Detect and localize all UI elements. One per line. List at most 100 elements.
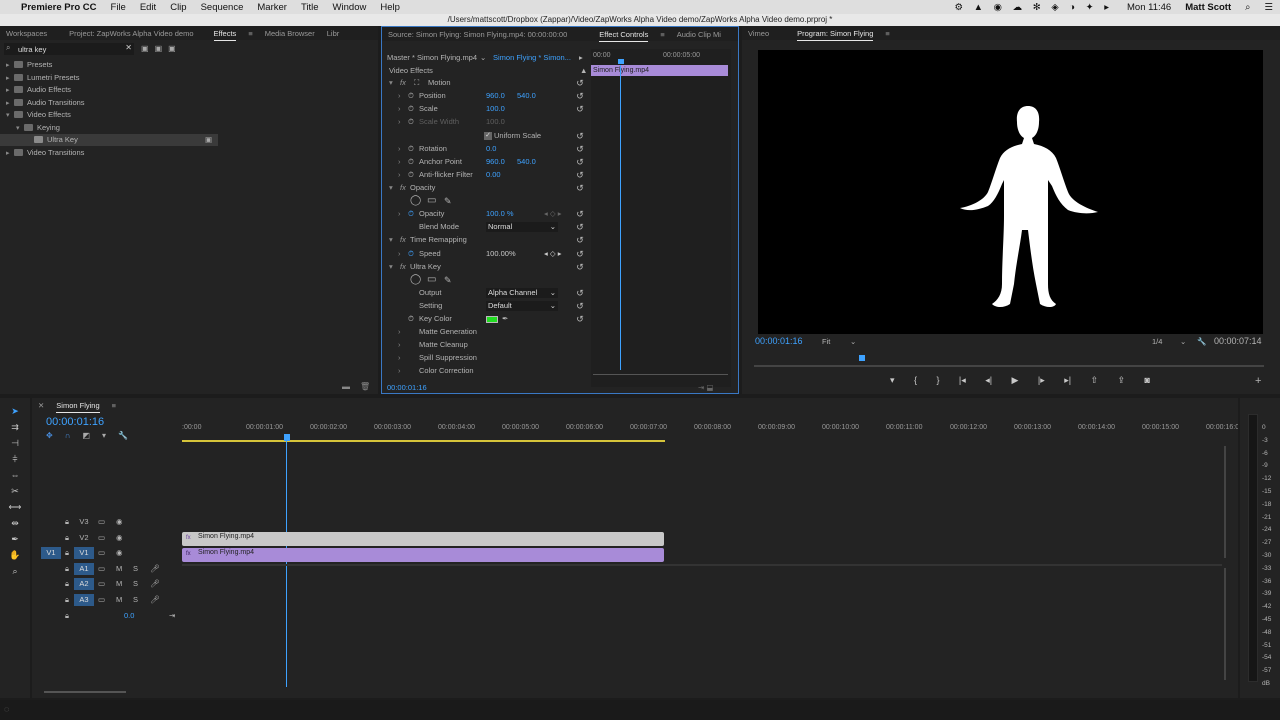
- reset-icon[interactable]: ↺: [574, 182, 586, 194]
- property-value-2[interactable]: 540.0: [517, 90, 536, 102]
- chevron-right-icon[interactable]: ›: [398, 208, 401, 220]
- master-volume[interactable]: 0.0: [124, 610, 134, 622]
- track-name[interactable]: V2: [74, 532, 94, 544]
- uniform-scale-checkbox[interactable]: ✓: [484, 132, 492, 140]
- chevron-right-icon[interactable]: ▸: [6, 148, 14, 160]
- effect-row[interactable]: ⏱ Key Color ✒ ↺: [382, 313, 591, 325]
- track-header[interactable]: 🔒︎ A1 ▭ M S 🎤︎: [32, 562, 180, 575]
- clock[interactable]: Mon 11:46: [1120, 2, 1178, 13]
- rect-mask-icon[interactable]: ▭: [427, 274, 436, 286]
- stopwatch-icon[interactable]: ⏱: [408, 169, 414, 181]
- track-select-icon[interactable]: ⇉: [6, 422, 24, 433]
- effect-row[interactable]: › ⏱ Opacity 100.0 % ◂ ◇ ▸ ↺: [382, 208, 591, 220]
- effect-row[interactable]: › ⏱ Scale 100.0 ↺: [382, 103, 591, 115]
- track-header[interactable]: 🔒︎ V3 ▭ ◉: [32, 516, 180, 528]
- effect-row[interactable]: ▾ fx Time Remapping ↺: [382, 234, 591, 246]
- play-clip-icon[interactable]: ▸: [579, 52, 583, 64]
- slip-tool-icon[interactable]: ⟷: [6, 502, 24, 513]
- effect-row[interactable]: Blend Mode Normal ⌄ ↺: [382, 221, 591, 233]
- ec-zoom-scrollbar[interactable]: [593, 374, 728, 380]
- track-name[interactable]: A2: [74, 578, 94, 591]
- menu-list-icon[interactable]: ☰: [1257, 2, 1280, 13]
- reset-icon[interactable]: ↺: [574, 313, 586, 325]
- track-name[interactable]: V3: [74, 516, 94, 528]
- transform-icon[interactable]: ⛶: [414, 77, 419, 89]
- nest-icon[interactable]: ✥: [46, 431, 65, 440]
- status-icons[interactable]: ⚙ ▲ ◉ ☁ ✻ ◈ ◑ ✦ ▸: [947, 2, 1120, 13]
- lock-icon[interactable]: 🔒︎: [65, 610, 69, 622]
- slide-tool-icon[interactable]: ⇹: [6, 518, 24, 529]
- button-editor-icon[interactable]: +: [1255, 375, 1261, 387]
- mic-icon[interactable]: 🎤︎: [150, 563, 160, 575]
- menu-marker[interactable]: Marker: [250, 2, 294, 13]
- program-playhead[interactable]: [859, 355, 865, 361]
- property-value-2[interactable]: 540.0: [517, 156, 536, 168]
- sequence-clip-label[interactable]: Simon Flying * Simon...: [493, 52, 571, 64]
- effects-tree-item[interactable]: ▾ Keying: [0, 122, 218, 134]
- reset-icon[interactable]: ↺: [574, 169, 586, 181]
- add-marker-icon[interactable]: ▾: [102, 431, 118, 440]
- effects-tree-item[interactable]: ▾ Video Effects: [0, 109, 218, 121]
- reset-icon[interactable]: ↺: [574, 300, 586, 312]
- menu-file[interactable]: File: [104, 2, 133, 13]
- sync-lock-icon[interactable]: ▭: [98, 578, 105, 590]
- ec-timecode[interactable]: 00:00:01:16: [387, 382, 427, 393]
- clip-v1[interactable]: fx Simon Flying.mp4: [182, 548, 664, 562]
- ec-clip-bar[interactable]: Simon Flying.mp4: [591, 65, 728, 76]
- timeline-v-scroll-video[interactable]: [1224, 446, 1226, 558]
- chevron-right-icon[interactable]: ▸: [6, 73, 14, 85]
- effect-row[interactable]: › ⏱ Anchor Point 960.0 540.0 ↺: [382, 156, 591, 168]
- menu-clip[interactable]: Clip: [163, 2, 193, 13]
- menu-sequence[interactable]: Sequence: [194, 2, 251, 13]
- chevron-right-icon[interactable]: ▸: [6, 60, 14, 72]
- reset-icon[interactable]: ↺: [574, 287, 586, 299]
- property-value[interactable]: 960.0: [486, 156, 505, 168]
- pen-tool-icon[interactable]: ✒: [6, 534, 24, 545]
- menu-edit[interactable]: Edit: [133, 2, 163, 13]
- mute-button[interactable]: M: [116, 594, 122, 606]
- close-icon[interactable]: ✕: [32, 401, 50, 410]
- effects-tree-item[interactable]: ▸ Presets: [0, 59, 218, 71]
- user-name[interactable]: Matt Scott: [1178, 2, 1238, 13]
- effects-tree-item[interactable]: ▸ Video Transitions: [0, 147, 218, 159]
- mic-icon[interactable]: 🎤︎: [150, 594, 160, 606]
- linked-selection-icon[interactable]: ◩: [82, 431, 102, 440]
- source-patch[interactable]: V1: [41, 547, 61, 560]
- stopwatch-icon[interactable]: ⏱: [408, 116, 414, 128]
- track-header[interactable]: V1 🔒︎ V1 ▭ ◉: [32, 547, 180, 560]
- eye-icon[interactable]: ◉: [116, 516, 123, 528]
- reset-icon[interactable]: ↺: [574, 234, 586, 246]
- tab-sequence[interactable]: Simon Flying: [50, 401, 105, 413]
- ellipse-mask-icon[interactable]: ◯: [410, 274, 421, 286]
- property-dropdown[interactable]: Normal ⌄: [486, 222, 558, 232]
- menu-title[interactable]: Title: [294, 2, 326, 13]
- stopwatch-icon[interactable]: ⏱: [408, 90, 414, 102]
- track-name[interactable]: V1: [74, 547, 94, 560]
- effects-tree-item[interactable]: Ultra Key ▣: [0, 134, 218, 146]
- chevron-right-icon[interactable]: ›: [398, 352, 401, 364]
- reset-icon[interactable]: ↺: [574, 156, 586, 168]
- lock-icon[interactable]: 🔒︎: [65, 563, 69, 575]
- panel-menu-icon[interactable]: ≡: [106, 401, 122, 410]
- lock-icon[interactable]: 🔒︎: [65, 547, 69, 559]
- property-value[interactable]: 960.0: [486, 90, 505, 102]
- fx-toggle-icon[interactable]: fx: [400, 261, 406, 273]
- effect-row[interactable]: ◯ ▭ ✎: [382, 274, 591, 286]
- chevron-right-icon[interactable]: ›: [398, 116, 401, 128]
- zoom-select[interactable]: Fit: [822, 336, 830, 348]
- effect-row[interactable]: › ⏱ Anti-flicker Filter 0.00 ↺: [382, 169, 591, 181]
- stopwatch-icon[interactable]: ⏱: [408, 103, 414, 115]
- lift-icon[interactable]: ⇧: [1091, 375, 1099, 387]
- sync-lock-icon[interactable]: ▭: [98, 563, 105, 575]
- search-icon[interactable]: ⌕: [1238, 2, 1257, 13]
- chevron-right-icon[interactable]: ›: [398, 156, 401, 168]
- add-marker-icon[interactable]: ▾: [890, 375, 895, 387]
- stopwatch-icon[interactable]: ⏱: [408, 208, 414, 220]
- reset-icon[interactable]: ↺: [574, 261, 586, 273]
- chevron-right-icon[interactable]: ›: [398, 90, 401, 102]
- eyedropper-icon[interactable]: ✒: [502, 313, 508, 325]
- status-icon[interactable]: ◌: [4, 704, 9, 714]
- property-value[interactable]: 0.00: [486, 169, 501, 181]
- effects-tree-item[interactable]: ▸ Audio Transitions: [0, 97, 218, 109]
- panel-menu-icon[interactable]: ≡: [654, 30, 670, 39]
